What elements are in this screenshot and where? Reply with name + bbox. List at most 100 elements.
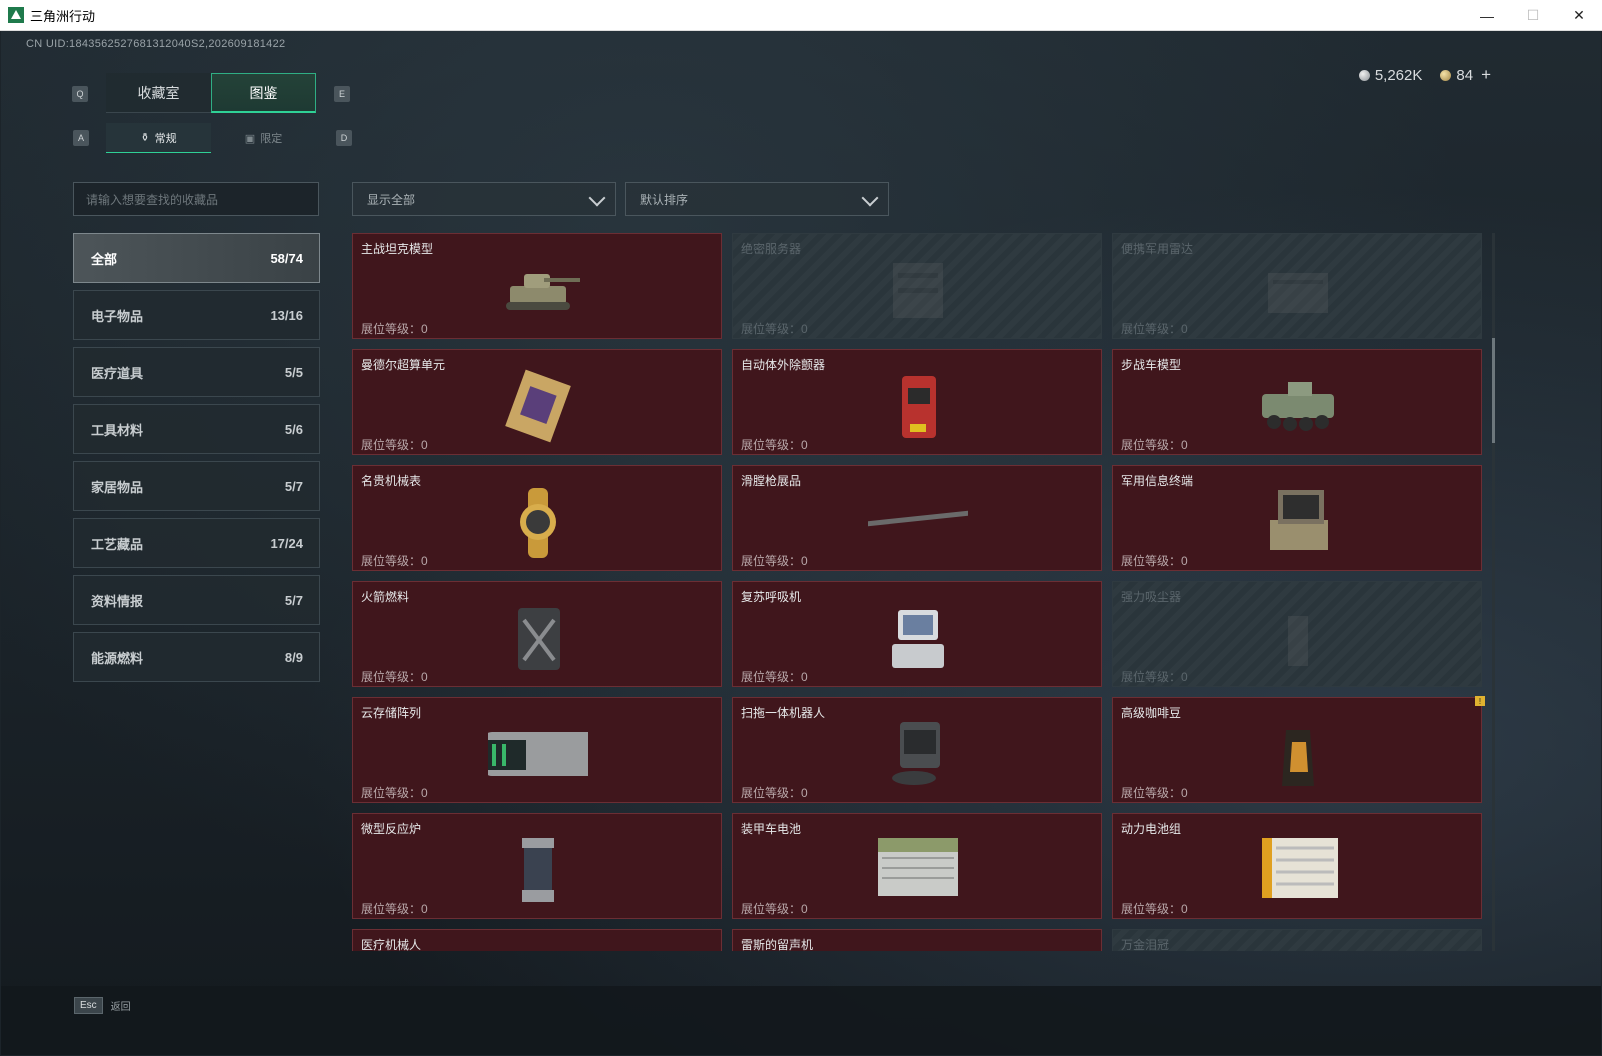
collection-card[interactable]: 火箭燃料展位等级：0 <box>352 581 722 687</box>
collection-card[interactable]: 高级咖啡豆 展位等级：0 <box>1112 697 1482 803</box>
subtab-regular[interactable]: ⚱ 常规 <box>106 123 211 153</box>
reactor-icon <box>488 828 588 908</box>
collection-card[interactable]: 强力吸尘器 展位等级：0 <box>1112 581 1482 687</box>
search-input[interactable]: 请输入想要查找的收藏品 <box>73 182 319 216</box>
collection-card[interactable]: 军用信息终端 展位等级：0 <box>1112 465 1482 571</box>
display-level: 展位等级：0 <box>361 322 428 336</box>
display-level: 展位等级：0 <box>741 902 808 916</box>
minimize-button[interactable]: — <box>1464 0 1510 31</box>
item-name: 自动体外除颤器 <box>741 358 826 372</box>
category-label: 家居物品 <box>91 479 144 495</box>
category-label: 工艺藏品 <box>91 536 144 552</box>
category-item[interactable]: 能源燃料 8/9 <box>73 632 320 682</box>
category-label: 全部 <box>91 251 118 267</box>
category-item[interactable]: 医疗道具 5/5 <box>73 347 320 397</box>
collection-card[interactable]: 医疗机械人展位等级：0 <box>352 929 722 951</box>
collection-card[interactable]: 微型反应炉 展位等级：0 <box>352 813 722 919</box>
display-level: 展位等级：0 <box>741 554 808 568</box>
item-name: 动力电池组 <box>1121 822 1182 836</box>
item-name: 曼德尔超算单元 <box>361 358 446 372</box>
add-currency-button[interactable]: + <box>1481 65 1491 84</box>
collection-card[interactable]: 雷斯的留声机展位等级：0 <box>732 929 1102 951</box>
item-name: 医疗机械人 <box>361 938 422 951</box>
item-name: 步战车模型 <box>1121 358 1182 372</box>
collection-card[interactable]: 万金泪冠展位等级：0 <box>1112 929 1482 951</box>
tab-codex[interactable]: 图鉴 <box>211 73 316 113</box>
radar-icon <box>1248 248 1348 328</box>
item-name: 复苏呼吸机 <box>741 590 802 604</box>
grid-scrollbar[interactable] <box>1492 233 1495 951</box>
chevron-down-icon <box>861 189 879 207</box>
app-logo-icon <box>8 7 24 23</box>
category-item[interactable]: 工具材料 5/6 <box>73 404 320 454</box>
maximize-button[interactable]: ☐ <box>1510 0 1556 31</box>
collection-grid: 主战坦克模型 展位等级：0 绝密服务器 展位等级：0 便携军用雷达 展位等级：0 曼德尔超算… <box>352 233 1500 951</box>
display-level: 展位等级：0 <box>741 786 808 800</box>
item-name: 火箭燃料 <box>361 590 410 604</box>
key-hint-d: D <box>336 130 352 146</box>
collection-card[interactable]: 绝密服务器 展位等级：0 <box>732 233 1102 339</box>
collection-card[interactable]: 自动体外除颤器 展位等级：0 <box>732 349 1102 455</box>
back-button[interactable]: Esc 返回 <box>74 997 131 1014</box>
item-name: 雷斯的留声机 <box>741 938 814 951</box>
display-level: 展位等级：0 <box>361 670 428 684</box>
item-name: 高级咖啡豆 <box>1121 706 1182 720</box>
collection-card[interactable]: 名贵机械表 展位等级：0 <box>352 465 722 571</box>
display-level: 展位等级：0 <box>1121 902 1188 916</box>
collection-card[interactable]: 步战车模型展位等级：0 <box>1112 349 1482 455</box>
collection-card[interactable]: 主战坦克模型 展位等级：0 <box>352 233 722 339</box>
currency-bar: 5,262K 84 + <box>1358 65 1491 85</box>
display-level: 展位等级：0 <box>1121 670 1188 684</box>
user-uid: CN UID:1843562527681312040S2,20260918142… <box>26 38 286 50</box>
collection-card[interactable]: 便携军用雷达 展位等级：0 <box>1112 233 1482 339</box>
warning-badge: ! <box>1475 696 1485 706</box>
category-item[interactable]: 工艺藏品 17/24 <box>73 518 320 568</box>
category-item[interactable]: 电子物品 13/16 <box>73 290 320 340</box>
watch-icon <box>488 480 588 560</box>
category-label: 医疗道具 <box>91 365 144 381</box>
close-button[interactable]: ✕ <box>1556 0 1602 31</box>
filter-dropdown[interactable]: 显示全部 <box>352 182 616 216</box>
gold-balance: 84 + <box>1440 65 1491 85</box>
category-list: 全部 58/74 电子物品 13/16 医疗道具 5/5 工具材料 5/6 家居物品 5/7 工艺藏… <box>73 233 320 689</box>
subtab-limited[interactable]: ▣ 限定 <box>211 123 316 153</box>
display-level: 展位等级：0 <box>1121 438 1188 452</box>
collection-card[interactable]: 曼德尔超算单元 展位等级：0 <box>352 349 722 455</box>
tank-model-icon <box>488 248 588 328</box>
collection-card[interactable]: 装甲车电池 展位等级：0 <box>732 813 1102 919</box>
collection-card[interactable]: 动力电池组展位等级：0 <box>1112 813 1482 919</box>
key-hint-a: A <box>73 130 89 146</box>
display-level: 展位等级：0 <box>741 438 808 452</box>
item-name: 云存储阵列 <box>361 706 422 720</box>
collection-card[interactable]: 复苏呼吸机 展位等级：0 <box>732 581 1102 687</box>
sub-tabs: ⚱ 常规 ▣ 限定 <box>106 123 316 153</box>
category-label: 工具材料 <box>91 422 144 438</box>
bottom-bar <box>1 986 1601 1055</box>
category-item[interactable]: 全部 58/74 <box>73 233 320 283</box>
bottle-icon: ⚱ <box>140 132 150 144</box>
display-level: 展位等级：0 <box>1121 554 1188 568</box>
item-name: 名贵机械表 <box>361 474 422 488</box>
item-name: 军用信息终端 <box>1121 474 1194 488</box>
collection-card[interactable]: 扫拖一体机器人 展位等级：0 <box>732 697 1102 803</box>
defibrillator-icon <box>868 364 968 444</box>
category-count: 58/74 <box>270 250 303 266</box>
item-name: 便携军用雷达 <box>1121 242 1194 256</box>
sort-dropdown[interactable]: 默认排序 <box>625 182 889 216</box>
category-item[interactable]: 家居物品 5/7 <box>73 461 320 511</box>
category-count: 5/7 <box>284 592 303 608</box>
item-name: 主战坦克模型 <box>361 242 434 256</box>
back-label: 返回 <box>110 1002 131 1013</box>
item-name: 绝密服务器 <box>741 242 802 256</box>
collection-card[interactable]: 云存储阵列 展位等级：0 <box>352 697 722 803</box>
category-item[interactable]: 资料情报 5/7 <box>73 575 320 625</box>
display-level: 展位等级：0 <box>361 438 428 452</box>
scrollbar-thumb[interactable] <box>1492 338 1495 443</box>
collection-card[interactable]: 滑膛枪展品展位等级：0 <box>732 465 1102 571</box>
frame-icon: ▣ <box>244 132 256 145</box>
silver-balance: 5,262K <box>1358 67 1422 84</box>
item-name: 滑膛枪展品 <box>741 474 802 488</box>
tab-collection-room[interactable]: 收藏室 <box>106 73 211 113</box>
battery-icon <box>868 828 968 908</box>
ventilator-icon <box>868 596 968 676</box>
